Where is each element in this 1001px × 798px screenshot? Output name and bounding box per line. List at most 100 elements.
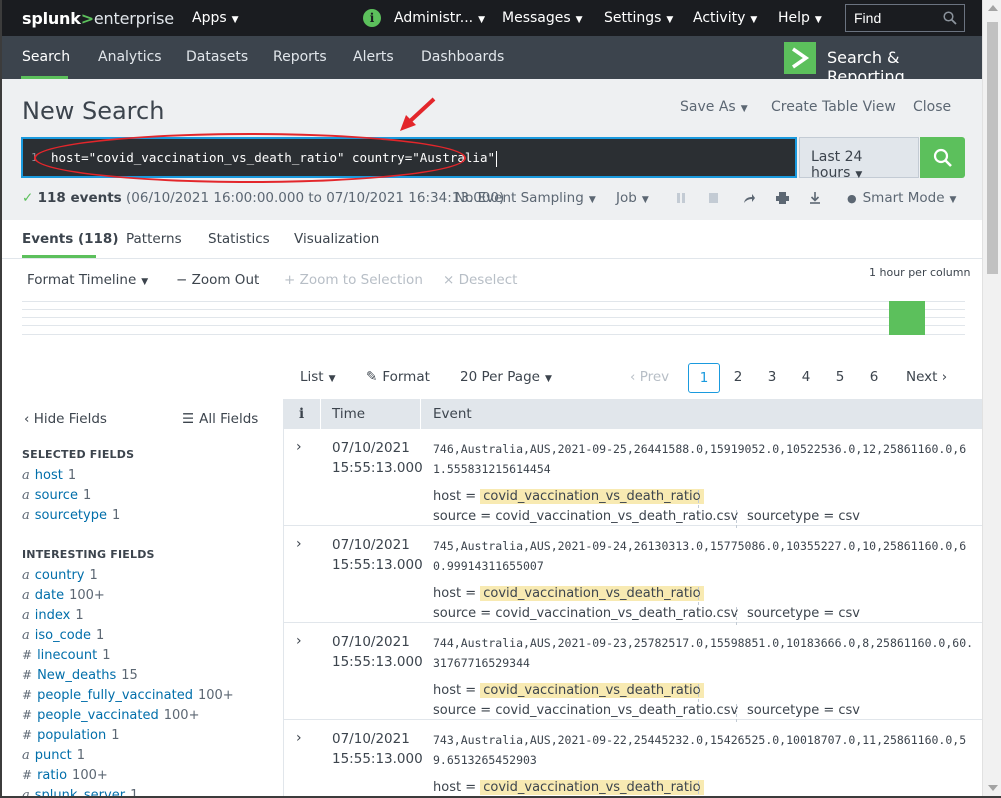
field-ratio[interactable]: #ratio100+ [22, 768, 108, 783]
activity-menu[interactable]: Activity▼ [693, 10, 757, 26]
timeline-chart[interactable] [22, 299, 965, 337]
tab-visualization[interactable]: Visualization [294, 231, 379, 247]
admin-menu[interactable]: Administr...▼ [394, 10, 485, 26]
field-host[interactable]: ahost1 [22, 468, 76, 483]
format-button[interactable]: ✎Format [366, 369, 430, 385]
page-4[interactable]: 4 [790, 363, 822, 393]
host-value[interactable]: covid_vaccination_vs_death_ratio [480, 586, 703, 601]
source-field[interactable]: source = covid_vaccination_vs_death_rati… [433, 703, 738, 718]
event-time[interactable]: 07/10/202115:55:13.000 [332, 535, 423, 575]
next-page-button[interactable]: Next › [906, 369, 947, 385]
info-icon[interactable]: i [363, 9, 381, 27]
timeline-bar[interactable] [889, 301, 925, 335]
messages-menu[interactable]: Messages▼ [502, 10, 583, 26]
hide-fields-button[interactable]: ‹ Hide Fields [24, 411, 107, 427]
field-source[interactable]: asource1 [22, 488, 91, 503]
nav-dashboards[interactable]: Dashboards [421, 49, 504, 65]
per-page-menu[interactable]: 20 Per Page▼ [460, 369, 552, 385]
zoom-out-button[interactable]: − Zoom Out [176, 272, 259, 288]
export-icon[interactable] [809, 192, 821, 204]
tab-patterns[interactable]: Patterns [126, 231, 182, 247]
field-country[interactable]: acountry1 [22, 568, 98, 583]
format-timeline-menu[interactable]: Format Timeline▼ [27, 272, 148, 288]
field-date[interactable]: adate100+ [22, 588, 105, 603]
tab-events[interactable]: Events (118) [22, 231, 119, 247]
prev-page-button[interactable]: ‹ Prev [630, 369, 669, 385]
field-index[interactable]: aindex1 [22, 608, 84, 623]
event-count[interactable]: 118 events [38, 190, 122, 206]
apps-menu[interactable]: Apps▼ [192, 10, 239, 26]
field-new-deaths[interactable]: #New_deaths15 [22, 668, 138, 683]
sourcetype-field[interactable]: sourcetype = csv [747, 703, 860, 718]
field-linecount[interactable]: #linecount1 [22, 648, 110, 663]
nav-datasets[interactable]: Datasets [186, 49, 248, 65]
field-people-fully-vaccinated[interactable]: #people_fully_vaccinated100+ [22, 688, 234, 703]
field-people-vaccinated[interactable]: #people_vaccinated100+ [22, 708, 199, 723]
page-2[interactable]: 2 [722, 363, 754, 393]
page-3[interactable]: 3 [756, 363, 788, 393]
search-mode-menu[interactable]: ●Smart Mode▼ [847, 190, 956, 206]
settings-menu[interactable]: Settings▼ [604, 10, 673, 26]
list-view-menu[interactable]: List▼ [300, 369, 336, 385]
nav-analytics[interactable]: Analytics [98, 49, 162, 65]
help-menu[interactable]: Help▼ [778, 10, 822, 26]
nav-alerts[interactable]: Alerts [353, 49, 394, 65]
event-row: ›07/10/202115:55:13.000746,Australia,AUS… [284, 429, 982, 526]
caret-down-icon: ▼ [545, 374, 552, 384]
job-menu[interactable]: Job▼ [616, 190, 649, 206]
host-value[interactable]: covid_vaccination_vs_death_ratio [480, 780, 703, 795]
event-time[interactable]: 07/10/202115:55:13.000 [332, 438, 423, 478]
find-input[interactable] [846, 5, 940, 31]
scroll-thumb[interactable] [987, 22, 998, 274]
host-value[interactable]: covid_vaccination_vs_death_ratio [480, 489, 703, 504]
splunk-logo[interactable]: splunk>enterprise [22, 9, 174, 28]
time-range-picker[interactable]: Last 24 hours▼ [799, 137, 919, 178]
close-link[interactable]: Close [913, 99, 951, 115]
expand-chevron-icon[interactable]: › [296, 730, 302, 746]
nav-reports[interactable]: Reports [273, 49, 327, 65]
search-input[interactable]: 1 host="covid_vaccination_vs_death_ratio… [21, 137, 797, 178]
host-value[interactable]: covid_vaccination_vs_death_ratio [480, 683, 703, 698]
page-6[interactable]: 6 [858, 363, 890, 393]
app-logo-icon[interactable] [784, 42, 816, 74]
zoom-to-selection-button[interactable]: + Zoom to Selection [284, 272, 423, 288]
save-as-menu[interactable]: Save As▼ [680, 99, 748, 115]
print-icon[interactable] [776, 192, 789, 204]
all-fields-button[interactable]: ☰All Fields [182, 411, 258, 427]
search-button[interactable] [920, 137, 965, 178]
field-punct[interactable]: apunct1 [22, 748, 85, 763]
field-iso-code[interactable]: aiso_code1 [22, 628, 104, 643]
page-5[interactable]: 5 [824, 363, 856, 393]
expand-chevron-icon[interactable]: › [296, 536, 302, 552]
event-time[interactable]: 07/10/202115:55:13.000 [332, 632, 423, 672]
nav-search[interactable]: Search [22, 49, 70, 65]
share-icon[interactable] [743, 192, 755, 204]
selected-fields-header: SELECTED FIELDS [22, 448, 134, 461]
sourcetype-field[interactable]: sourcetype = csv [747, 509, 860, 524]
scroll-down-icon[interactable] [988, 785, 998, 791]
sourcetype-field[interactable]: sourcetype = csv [747, 606, 860, 621]
page-1[interactable]: 1 [688, 363, 720, 393]
page-scrollbar[interactable] [982, 0, 1001, 798]
pause-icon[interactable] [676, 192, 686, 204]
expand-chevron-icon[interactable]: › [296, 633, 302, 649]
lightbulb-icon: ● [847, 192, 857, 205]
page-title: New Search [22, 97, 164, 125]
field-name: New_deaths [37, 668, 116, 683]
event-time[interactable]: 07/10/202115:55:13.000 [332, 729, 423, 769]
scroll-up-icon[interactable] [988, 5, 998, 11]
search-icon[interactable] [943, 11, 957, 25]
source-field[interactable]: source = covid_vaccination_vs_death_rati… [433, 606, 738, 621]
stop-icon[interactable] [708, 192, 719, 204]
field-population[interactable]: #population1 [22, 728, 120, 743]
create-table-view-link[interactable]: Create Table View [771, 99, 896, 115]
expand-chevron-icon[interactable]: › [296, 439, 302, 455]
search-query[interactable]: host="covid_vaccination_vs_death_ratio" … [51, 150, 497, 167]
field-sourcetype[interactable]: asourcetype1 [22, 508, 120, 523]
source-field[interactable]: source = covid_vaccination_vs_death_rati… [433, 509, 738, 524]
event-sampling-menu[interactable]: No Event Sampling▼ [455, 190, 596, 206]
tab-statistics[interactable]: Statistics [208, 231, 270, 247]
time-column-header[interactable]: Time [332, 406, 365, 422]
host-field: host = covid_vaccination_vs_death_ratio [433, 780, 704, 795]
deselect-button[interactable]: × Deselect [443, 272, 517, 288]
